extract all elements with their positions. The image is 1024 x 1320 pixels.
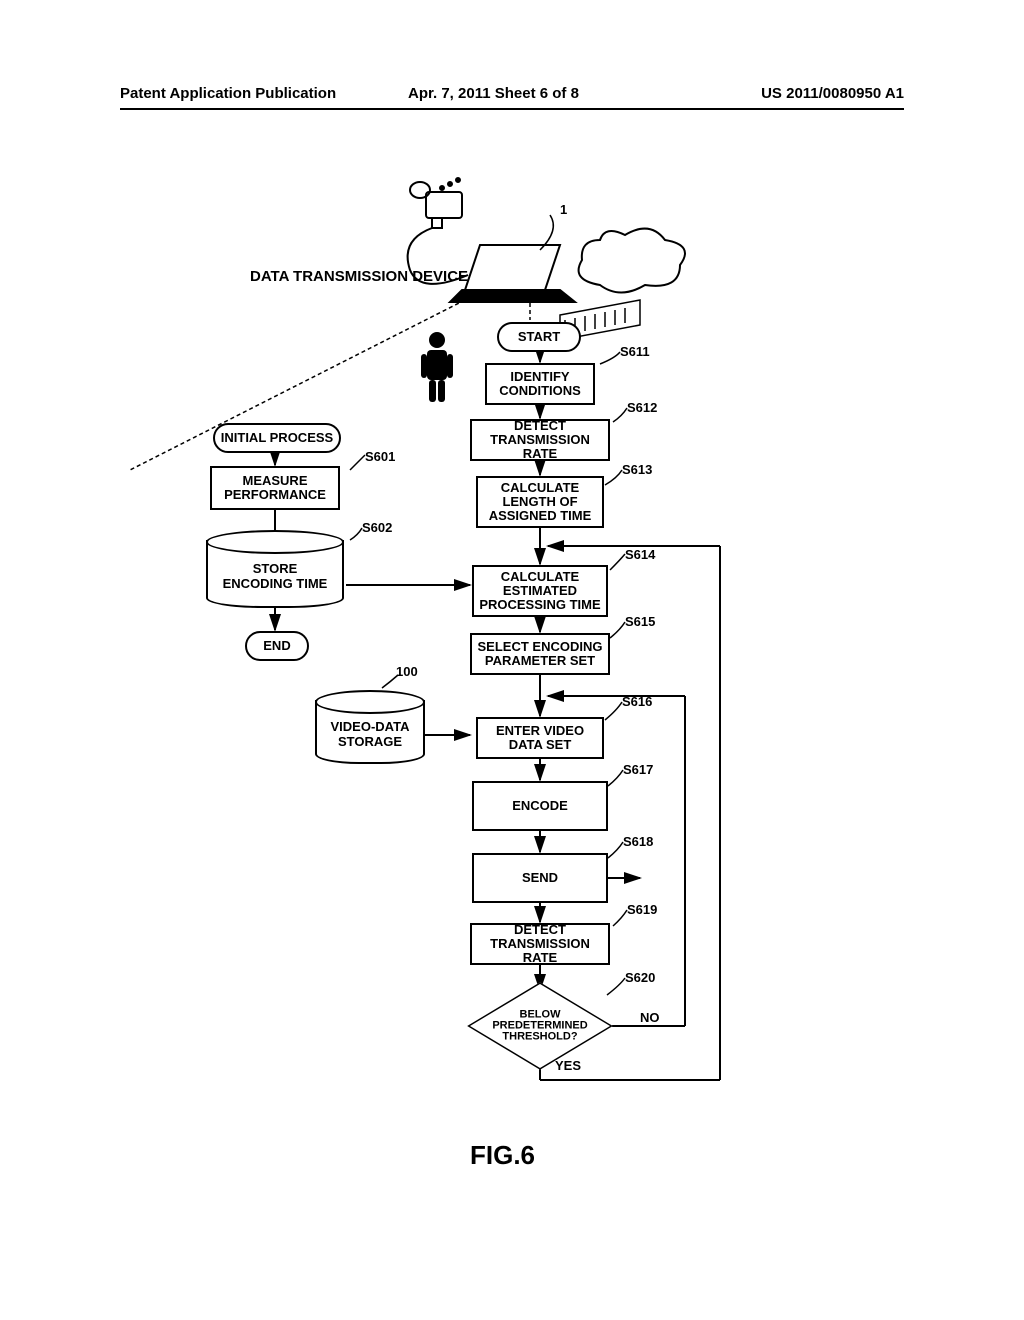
detect-transmission-rate-2-box: DETECT TRANSMISSION RATE [470,923,610,965]
identify-conditions-box: IDENTIFY CONDITIONS [485,363,595,405]
threshold-decision-diamond: BELOW PREDETERMINED THRESHOLD? [470,991,610,1061]
start-text: START [518,330,560,344]
initial-process-terminator: INITIAL PROCESS [213,423,341,453]
connectors-svg [0,140,1024,1240]
s613-label: S613 [622,462,652,477]
s620-label: S620 [625,970,655,985]
send-box: SEND [472,853,608,903]
header-patent-number: US 2011/0080950 A1 [656,85,904,102]
enter-video-data-box: ENTER VIDEO DATA SET [476,717,604,759]
no-label: NO [640,1010,660,1025]
data-transmission-device-label: DATA TRANSMISSION DEVICE [250,268,468,285]
threshold-decision-text: BELOW PREDETERMINED THRESHOLD? [470,1010,610,1043]
s611-label: S611 [620,344,650,359]
select-encoding-param-text: SELECT ENCODING PARAMETER SET [478,640,603,669]
encode-box: ENCODE [472,781,608,831]
send-text: SEND [522,871,558,885]
header-publication: Patent Application Publication [120,85,368,102]
store-encoding-time-cylinder: STORE ENCODING TIME [206,540,344,608]
detect-transmission-rate-1-box: DETECT TRANSMISSION RATE [470,419,610,461]
end-terminator: END [245,631,309,661]
calculate-assigned-time-text: CALCULATE LENGTH OF ASSIGNED TIME [489,481,592,524]
device-number-1: 1 [560,202,567,217]
store-encoding-time-text: STORE ENCODING TIME [208,561,342,591]
enter-video-data-text: ENTER VIDEO DATA SET [496,724,584,753]
s615-label: S615 [625,614,655,629]
detect-transmission-rate-2-text: DETECT TRANSMISSION RATE [472,923,608,966]
s616-label: S616 [622,694,652,709]
s614-label: S614 [625,547,655,562]
s619-label: S619 [627,902,657,917]
header-date-sheet: Apr. 7, 2011 Sheet 6 of 8 [368,85,656,102]
detect-transmission-rate-1-text: DETECT TRANSMISSION RATE [472,419,608,462]
measure-performance-text: MEASURE PERFORMANCE [224,474,326,503]
calculate-estimated-time-box: CALCULATE ESTIMATED PROCESSING TIME [472,565,608,617]
calculate-estimated-time-text: CALCULATE ESTIMATED PROCESSING TIME [479,570,600,613]
measure-performance-box: MEASURE PERFORMANCE [210,466,340,510]
s602-label: S602 [362,520,392,535]
encode-text: ENCODE [512,799,568,813]
s601-label: S601 [365,449,395,464]
yes-label: YES [555,1058,581,1073]
s612-label: S612 [627,400,657,415]
video-data-storage-text: VIDEO-DATA STORAGE [317,719,423,749]
select-encoding-param-box: SELECT ENCODING PARAMETER SET [470,633,610,675]
s618-label: S618 [623,834,653,849]
identify-conditions-text: IDENTIFY CONDITIONS [499,370,581,399]
s617-label: S617 [623,762,653,777]
initial-process-text: INITIAL PROCESS [221,431,333,445]
diagram-canvas: DATA TRANSMISSION DEVICE 1 INITIAL PROCE… [0,140,1024,1240]
figure-caption: FIG.6 [470,1140,535,1171]
calculate-assigned-time-box: CALCULATE LENGTH OF ASSIGNED TIME [476,476,604,528]
start-terminator: START [497,322,581,352]
video-data-storage-cylinder: VIDEO-DATA STORAGE [315,700,425,764]
storage-number-100: 100 [396,664,418,679]
page-header: Patent Application Publication Apr. 7, 2… [0,85,1024,107]
header-divider [120,108,904,110]
end-text: END [263,639,290,653]
